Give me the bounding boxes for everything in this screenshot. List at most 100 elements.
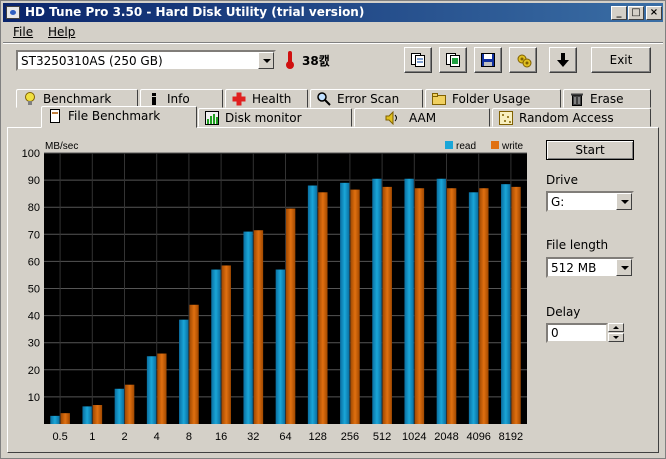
bar-write — [382, 186, 392, 424]
tab-label: Erase — [590, 92, 624, 106]
bar-read — [179, 319, 189, 424]
y-tick-label: 70 — [28, 229, 40, 241]
drive-select-value: G: — [551, 195, 565, 209]
save-icon — [481, 53, 495, 67]
download-button[interactable] — [549, 47, 577, 73]
save-button[interactable] — [474, 47, 502, 73]
bar-write — [125, 384, 135, 424]
copy-info-icon — [411, 53, 425, 67]
bar-write — [511, 186, 521, 424]
maximize-button[interactable]: □ — [628, 6, 644, 20]
chevron-down-icon[interactable] — [616, 259, 632, 276]
tab-disk-monitor[interactable]: Disk monitor — [198, 108, 352, 127]
tab-label: Health — [252, 92, 292, 106]
menu-file[interactable]: File — [13, 25, 33, 39]
delay-increment-button[interactable] — [608, 323, 624, 332]
bar-read — [340, 182, 350, 424]
title-bar[interactable]: HD Tune Pro 3.50 - Hard Disk Utility (tr… — [3, 3, 663, 22]
tab-label: Error Scan — [337, 92, 400, 106]
copy-info-button[interactable] — [404, 47, 432, 73]
monitor-chart-icon — [205, 111, 219, 125]
magnifier-icon — [317, 92, 331, 106]
bar-read — [404, 178, 414, 424]
x-tick-label: 8192 — [499, 431, 523, 443]
chevron-down-icon[interactable] — [616, 193, 632, 210]
x-tick-label: 1 — [89, 431, 95, 443]
bar-read — [275, 269, 285, 424]
exit-button[interactable]: Exit — [591, 47, 651, 73]
legend-label-write: write — [501, 141, 524, 152]
drive-select[interactable]: G: — [546, 191, 634, 212]
x-tick-label: 2048 — [434, 431, 458, 443]
y-tick-label: 20 — [28, 365, 40, 377]
bar-write — [318, 192, 328, 424]
tab-random-access[interactable]: Random Access — [492, 108, 651, 127]
file-length-select[interactable]: 512 MB — [546, 257, 634, 278]
benchmark-chart: MB/sec 10 20 30 40 50 60 70 80 90 100 0.5 1 2 4 8 16 32 6… — [22, 141, 527, 443]
tab-erase[interactable]: Erase — [563, 89, 651, 108]
bar-read — [501, 184, 511, 424]
bar-read — [50, 415, 60, 424]
bar-write — [253, 230, 264, 424]
chevron-down-icon[interactable] — [258, 52, 274, 69]
tab-folder-usage[interactable]: Folder Usage — [425, 89, 561, 108]
bar-write — [60, 413, 70, 424]
window-title: HD Tune Pro 3.50 - Hard Disk Utility (tr… — [25, 5, 365, 19]
temperature-readout: 38캜 — [302, 54, 330, 68]
options-button[interactable] — [509, 47, 537, 73]
info-icon — [152, 93, 156, 105]
bar-write — [414, 188, 425, 424]
bar-read — [372, 178, 382, 424]
bar-write — [157, 353, 167, 424]
menu-help[interactable]: Help — [48, 25, 75, 39]
bar-read — [468, 192, 479, 424]
tab-label: Folder Usage — [452, 92, 531, 106]
tab-label: Random Access — [519, 111, 614, 125]
x-tick-label: 32 — [247, 431, 259, 443]
tab-file-benchmark[interactable]: File Benchmark — [41, 106, 197, 128]
y-tick-label: 80 — [28, 202, 40, 214]
tab-label: AAM — [409, 111, 437, 125]
bar-read — [82, 406, 92, 424]
download-icon — [557, 53, 569, 67]
x-tick-label: 2 — [121, 431, 127, 443]
start-button[interactable]: Start — [546, 140, 634, 160]
drive-label: Drive — [546, 173, 578, 187]
y-tick-label: 40 — [28, 311, 40, 323]
health-cross-icon — [232, 92, 246, 106]
delay-label: Delay — [546, 305, 581, 319]
x-tick-label: 4096 — [466, 431, 490, 443]
folder-icon — [432, 93, 446, 105]
disk-select-value: ST3250310AS (250 GB) — [21, 54, 163, 68]
tab-health[interactable]: Health — [225, 89, 308, 108]
bar-write — [286, 208, 296, 424]
bar-read — [211, 269, 221, 424]
delay-input[interactable]: 0 — [546, 323, 608, 343]
x-tick-label: 0.5 — [52, 431, 67, 443]
y-tick-label: 50 — [28, 284, 40, 296]
y-axis-label: MB/sec — [45, 141, 78, 152]
tab-label: Info — [167, 92, 190, 106]
thermometer-icon — [286, 51, 294, 69]
bar-write — [479, 188, 489, 424]
close-button[interactable]: × — [646, 6, 662, 20]
copy-screenshot-icon — [446, 53, 460, 67]
x-tick-label: 128 — [309, 431, 327, 443]
bar-write — [350, 189, 360, 424]
bar-write — [92, 405, 103, 424]
bar-write — [447, 188, 457, 424]
menu-separator — [3, 42, 663, 44]
app-window: HD Tune Pro 3.50 - Hard Disk Utility (tr… — [0, 0, 666, 459]
app-icon — [6, 6, 20, 19]
tab-aam[interactable]: AAM — [354, 108, 490, 127]
speaker-icon — [385, 111, 397, 125]
options-icon — [517, 54, 532, 68]
minimize-button[interactable]: _ — [611, 6, 627, 20]
disk-select[interactable]: ST3250310AS (250 GB) — [16, 50, 276, 71]
file-icon — [50, 109, 60, 123]
lightbulb-icon — [25, 92, 35, 105]
copy-screenshot-button[interactable] — [439, 47, 467, 73]
delay-decrement-button[interactable] — [608, 333, 624, 342]
tab-error-scan[interactable]: Error Scan — [310, 89, 423, 108]
x-tick-label: 64 — [279, 431, 291, 443]
